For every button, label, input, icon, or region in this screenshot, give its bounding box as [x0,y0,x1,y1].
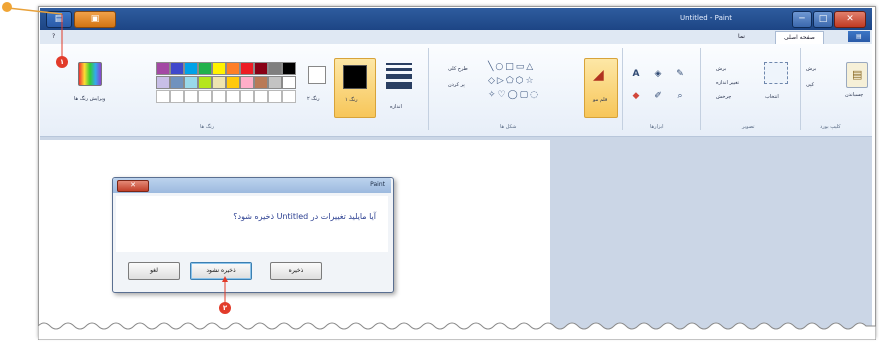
callout-2: ۲ [219,302,231,314]
callout-1: ۱ [56,56,68,68]
callout-lines [7,7,228,302]
callout-start-dot [2,2,12,12]
